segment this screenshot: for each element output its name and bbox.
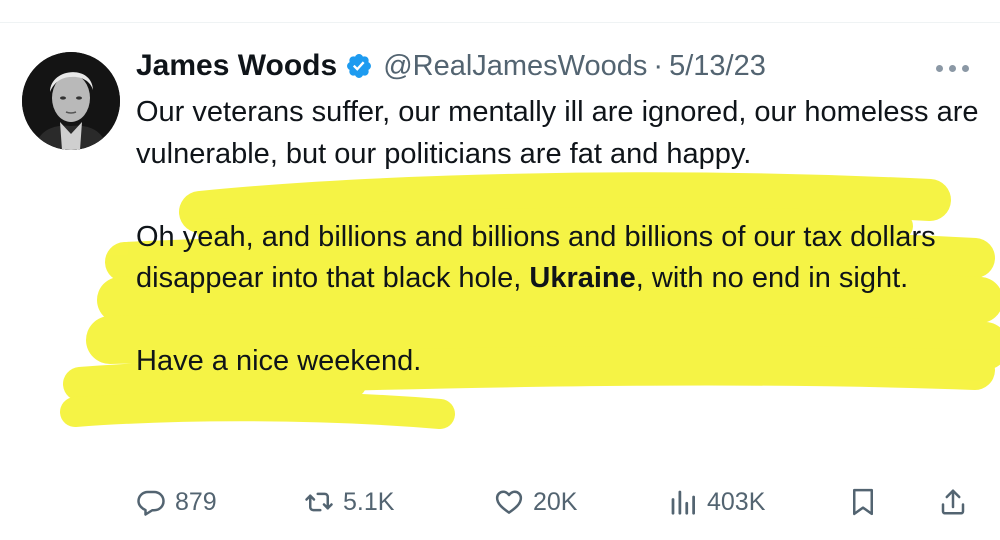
- action-bar: 879 5.1K 20K 403K: [136, 482, 986, 522]
- share-icon: [938, 487, 968, 517]
- more-icon[interactable]: [936, 58, 976, 78]
- verified-badge-icon: [345, 52, 373, 80]
- tweet-paragraph-2-end: , with no end in sight.: [635, 262, 909, 294]
- bookmark-icon: [848, 487, 878, 517]
- tweet-paragraph-1: Our veterans suffer, our mentally ill ar…: [136, 96, 979, 170]
- separator-dot: ·: [653, 49, 664, 82]
- retweet-button[interactable]: 5.1K: [304, 482, 394, 522]
- avatar[interactable]: [22, 52, 120, 150]
- author-display-name[interactable]: James Woods: [136, 49, 337, 83]
- views-icon: [668, 487, 698, 517]
- author-handle[interactable]: @RealJamesWoods: [383, 50, 647, 83]
- reply-button[interactable]: 879: [136, 482, 217, 522]
- bookmark-button[interactable]: [848, 482, 878, 522]
- retweet-icon: [304, 487, 334, 517]
- like-count: 20K: [533, 487, 578, 516]
- like-button[interactable]: 20K: [494, 482, 577, 522]
- reply-count: 879: [175, 487, 217, 516]
- tweet-paragraph-2: Oh yeah, and billions and billions and b…: [136, 217, 986, 300]
- views-button[interactable]: 403K: [668, 482, 765, 522]
- tweet-date[interactable]: 5/13/23: [669, 50, 766, 83]
- share-button[interactable]: [938, 482, 968, 522]
- bold-word: Ukraine: [529, 262, 636, 294]
- reply-icon: [136, 487, 166, 517]
- like-icon: [494, 487, 524, 517]
- top-divider: [0, 22, 1000, 23]
- retweet-count: 5.1K: [343, 487, 395, 516]
- tweet-text: Our veterans suffer, our mentally ill ar…: [136, 92, 986, 383]
- tweet-paragraph-3: Have a nice weekend.: [136, 345, 422, 377]
- views-count: 403K: [707, 487, 766, 516]
- tweet-header: James Woods @RealJamesWoods · 5/13/23: [136, 44, 766, 88]
